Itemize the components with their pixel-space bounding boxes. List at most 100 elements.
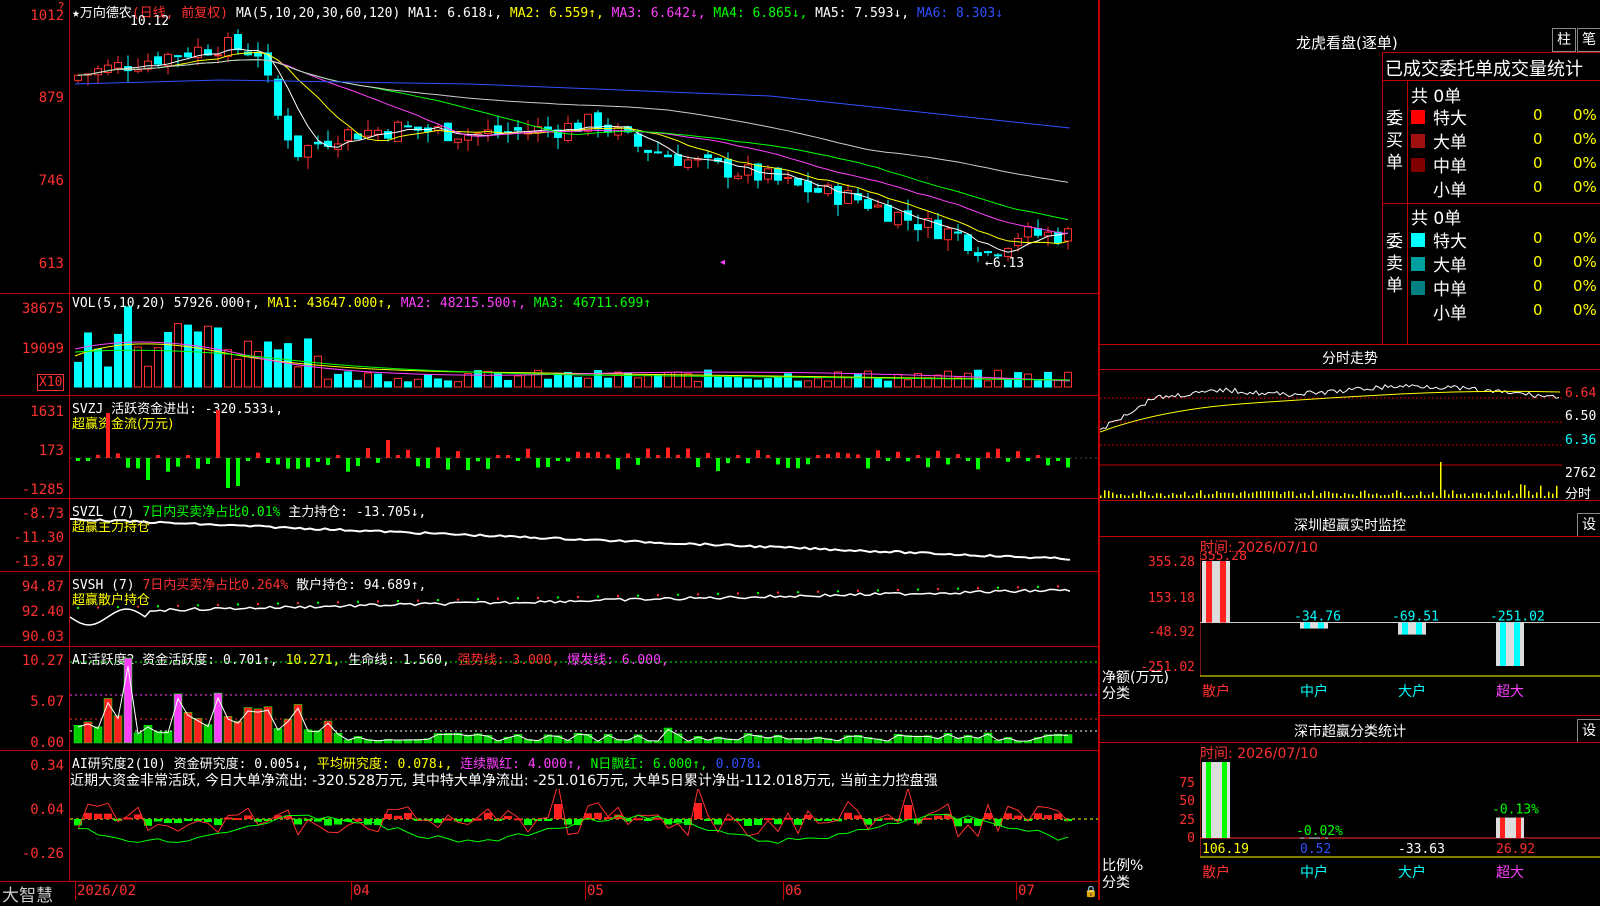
candlestick-chart[interactable]: ◂ bbox=[70, 0, 1100, 293]
activity-chart[interactable] bbox=[70, 647, 1100, 750]
svsh-pane[interactable]: 94.87 92.40 90.03 SVSH (7) 7日内买卖净占比0.264… bbox=[0, 572, 1100, 647]
intraday-vol-bar bbox=[1276, 491, 1278, 498]
research-bar bbox=[294, 819, 302, 825]
flow-bar bbox=[406, 449, 410, 458]
candle-body bbox=[1064, 228, 1072, 242]
intraday-vol-bar bbox=[1504, 493, 1506, 498]
svzl-pane[interactable]: -8.73 -11.30 -13.87 SVZL (7) 7日内买卖净占比0.0… bbox=[0, 499, 1100, 572]
flow-bar bbox=[916, 455, 920, 458]
intraday-vol-bar bbox=[1252, 492, 1254, 498]
intraday-vol-bar bbox=[1524, 485, 1526, 498]
ai1-tick-label: 0.00 bbox=[30, 735, 64, 751]
corner-question-icon[interactable]: ? bbox=[58, 0, 64, 14]
ma6-line bbox=[74, 79, 1071, 129]
volume-bar bbox=[434, 378, 442, 388]
flow-bar bbox=[176, 458, 180, 467]
color-swatch bbox=[1411, 110, 1425, 124]
flow-bar bbox=[656, 455, 660, 458]
activity-bar bbox=[93, 726, 103, 744]
activity-bar bbox=[203, 724, 213, 744]
net-amount-bar-stripe bbox=[1206, 561, 1212, 623]
intraday-vol-bar bbox=[1472, 493, 1474, 498]
research-chart[interactable] bbox=[70, 789, 1100, 881]
candle-body bbox=[684, 159, 692, 168]
intraday-vol-bar bbox=[1372, 494, 1374, 498]
price-pane[interactable]: 1012 879 746 613 ? ★万向德农(日线, 前复权) MA(5,1… bbox=[0, 0, 1100, 294]
classify-chart[interactable]: 106.19 散户 -0.02% 0.52 中户 -33.63 大户 -0.13% 26.92 超… bbox=[1200, 757, 1600, 900]
ratio-bar-stripe bbox=[1500, 817, 1505, 838]
intraday-vol-bar bbox=[1416, 495, 1418, 498]
flow-bar bbox=[936, 450, 940, 458]
research-bar bbox=[754, 819, 762, 826]
intraday-vol-bar bbox=[1292, 491, 1294, 498]
lock-icon[interactable]: 🔒 bbox=[1084, 885, 1098, 898]
volume-bar bbox=[414, 378, 422, 388]
volume-bar bbox=[134, 346, 142, 388]
candle-body bbox=[644, 149, 652, 153]
retail-position-chart[interactable] bbox=[70, 572, 1100, 646]
sell-total: 共 0单 bbox=[1411, 209, 1462, 229]
intraday-panel[interactable]: 分时走势 6.64 6.50 6.36 2762 分时 bbox=[1100, 345, 1600, 510]
fund-flow-chart[interactable] bbox=[70, 396, 1100, 498]
research-bar bbox=[514, 818, 522, 821]
monitor-tick-label: 355.28 bbox=[1148, 555, 1195, 570]
candle-body bbox=[454, 138, 462, 143]
activity-bar bbox=[113, 715, 123, 744]
intraday-vol-bar bbox=[1404, 495, 1406, 498]
ai-research-pane[interactable]: 0.34 0.04 -0.26 AI研究度2(10) 资金研究度: 0.005↓… bbox=[0, 751, 1100, 882]
svzj-pane[interactable]: 1631 173 -1285 SVZJ 活跃资金进出: -320.533↓, 超… bbox=[0, 396, 1100, 499]
ratio-bar-stripe bbox=[1222, 762, 1227, 838]
color-swatch bbox=[1411, 134, 1425, 148]
main-position-chart[interactable] bbox=[70, 499, 1100, 571]
candle-body bbox=[954, 231, 962, 234]
intraday-chart[interactable] bbox=[1100, 370, 1562, 500]
research-bar bbox=[964, 819, 972, 824]
ratio-bar-stripe bbox=[1516, 817, 1521, 838]
flow-bar bbox=[156, 455, 160, 458]
position-dot bbox=[1056, 585, 1060, 588]
intraday-vol-bar bbox=[1100, 495, 1102, 498]
position-dot bbox=[936, 587, 940, 591]
flow-bar bbox=[526, 448, 530, 458]
value-label: -34.76 bbox=[1294, 610, 1341, 625]
monitor-chart[interactable]: 355.28 散户 -34.76 中户 -69.51 大户 -251.02 超大 bbox=[1200, 551, 1600, 716]
candle-body bbox=[744, 164, 752, 176]
candle-body bbox=[1054, 231, 1062, 244]
candle-body bbox=[314, 141, 322, 145]
position-dot bbox=[336, 601, 340, 604]
intraday-vol-bar bbox=[1420, 491, 1422, 498]
candle-body bbox=[284, 115, 292, 141]
ai-activity-pane[interactable]: 10.27 5.07 0.00 AI活跃度2 资金活跃度: 0.701↑, 10… bbox=[0, 647, 1100, 751]
flow-bar bbox=[816, 455, 820, 458]
research-bar bbox=[324, 819, 332, 826]
candle-body bbox=[404, 125, 412, 128]
intraday-vol-bar bbox=[1408, 495, 1410, 498]
svzl-tick-label: -8.73 bbox=[21, 506, 64, 522]
classify-panel[interactable]: 深市超赢分类统计 设 时间: 2026/07/10 75 50 25 0 比例%… bbox=[1100, 717, 1600, 900]
pen-view-button[interactable]: 笔 bbox=[1577, 28, 1600, 52]
position-dot bbox=[856, 589, 860, 593]
volume-pane[interactable]: 38675 19099 X10 VOL(5,10,20) 57926.000↑,… bbox=[0, 294, 1100, 396]
candle-body bbox=[674, 154, 682, 166]
intraday-vol-bar bbox=[1400, 492, 1402, 498]
volume-chart[interactable] bbox=[70, 294, 1100, 395]
intraday-vol-bar bbox=[1124, 495, 1126, 498]
classify-settings-button[interactable]: 设 bbox=[1577, 719, 1600, 743]
bottom-value-label: 26.92 bbox=[1496, 842, 1535, 857]
color-swatch bbox=[1411, 257, 1425, 271]
flow-bar bbox=[186, 455, 190, 458]
volume-bar bbox=[604, 377, 612, 388]
volume-bar bbox=[694, 380, 702, 388]
flow-bar bbox=[846, 453, 850, 458]
intraday-vol-bar bbox=[1460, 494, 1462, 498]
candle-body bbox=[154, 56, 162, 65]
bar-view-button[interactable]: 柱 bbox=[1552, 28, 1576, 52]
value-label: -69.51 bbox=[1392, 610, 1439, 625]
volume-bar bbox=[964, 372, 972, 388]
flow-bar bbox=[626, 453, 630, 458]
monitor-settings-button[interactable]: 设 bbox=[1577, 513, 1600, 537]
research-bar bbox=[634, 818, 642, 821]
monitor-panel[interactable]: 深圳超赢实时监控 设 时间: 2026/07/10 355.28 153.18 … bbox=[1100, 511, 1600, 716]
ai1-axis: 10.27 5.07 0.00 bbox=[0, 647, 70, 751]
color-swatch bbox=[1411, 305, 1425, 319]
